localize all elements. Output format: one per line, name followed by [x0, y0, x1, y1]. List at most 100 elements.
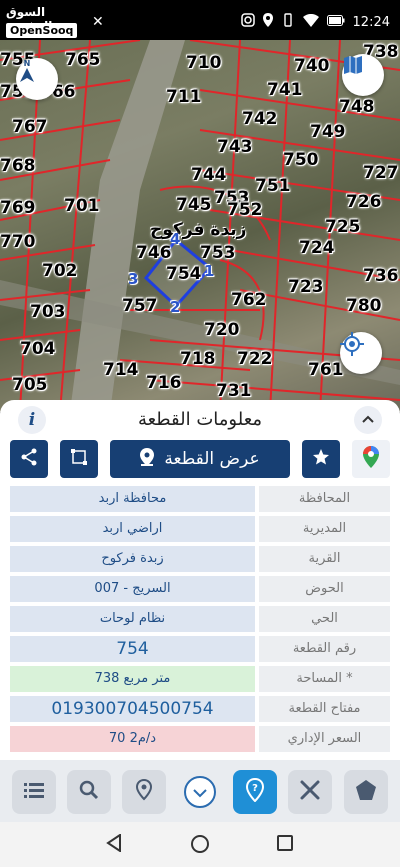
parcel-label[interactable]: 727 — [363, 163, 399, 183]
show-parcel-button[interactable]: عرض القطعة — [110, 440, 290, 478]
parcel-label[interactable]: 750 — [283, 150, 319, 170]
village-name-label: زبدة فركوح — [150, 220, 247, 240]
draw-shape-button[interactable] — [344, 770, 388, 814]
parcel-label[interactable]: 780 — [346, 296, 382, 316]
parcel-label[interactable]: 762 — [231, 290, 267, 310]
share-icon — [20, 448, 38, 470]
parcel-label[interactable]: 736 — [363, 266, 399, 286]
boundary-button[interactable] — [60, 440, 98, 478]
question-pin-icon: ? — [245, 777, 265, 806]
recents-icon[interactable] — [276, 834, 294, 856]
table-row: 738 متر مربع المساحة * — [10, 666, 390, 692]
collapse-button[interactable] — [354, 406, 382, 434]
parcel-label[interactable]: 745 — [176, 195, 212, 215]
location-icon — [262, 13, 273, 31]
parcel-label[interactable]: 718 — [180, 349, 216, 369]
parcel-label[interactable]: 726 — [346, 192, 382, 212]
parcel-label[interactable]: 722 — [237, 349, 273, 369]
parcel-label[interactable]: 754 — [166, 264, 202, 284]
favorite-button[interactable] — [302, 440, 340, 478]
row-label: الحي — [259, 606, 390, 632]
parcel-label[interactable]: 757 — [122, 296, 158, 316]
sheet-title: معلومات القطعة — [137, 409, 263, 430]
pentagon-icon — [354, 778, 378, 806]
parcel-label[interactable]: 751 — [255, 176, 291, 196]
svg-text:?: ? — [252, 783, 258, 794]
list-button[interactable] — [12, 770, 56, 814]
row-label: رقم القطعة — [259, 636, 390, 662]
share-button[interactable] — [10, 440, 48, 478]
parcel-label[interactable]: 770 — [0, 232, 36, 252]
parcel-label[interactable]: 752 — [227, 200, 263, 220]
bottom-toolbar: ? — [0, 760, 400, 822]
android-nav-bar — [0, 822, 400, 867]
parcel-label[interactable]: 742 — [242, 109, 278, 129]
help-button[interactable]: ? — [233, 770, 277, 814]
google-maps-button[interactable] — [352, 440, 390, 478]
battery-icon — [326, 14, 345, 30]
parcel-label[interactable]: 703 — [30, 302, 66, 322]
parcel-label[interactable]: 753 — [200, 243, 236, 263]
row-label: الحوض — [259, 576, 390, 602]
parcel-info-table: محافظة اربد المحافظة اراضي اربد المديرية… — [10, 486, 390, 756]
google-maps-icon — [363, 446, 379, 472]
home-icon[interactable] — [190, 834, 210, 858]
chevron-up-icon — [362, 412, 374, 427]
expand-toolbar-button[interactable] — [178, 770, 222, 814]
table-row: نظام لوحات الحي — [10, 606, 390, 632]
parcel-label[interactable]: 705 — [12, 375, 48, 395]
row-value[interactable]: 019300704500754 — [10, 696, 255, 722]
parcel-label[interactable]: 720 — [204, 320, 240, 340]
status-bar: السوق المفتوح OpenSooq ✕ 12:24 — [0, 0, 400, 44]
parcel-label[interactable]: 765 — [65, 50, 101, 70]
parcel-label[interactable]: 725 — [325, 217, 361, 237]
parcel-label[interactable]: 749 — [310, 122, 346, 142]
table-row: 754 رقم القطعة — [10, 636, 390, 662]
parcel-label[interactable]: 702 — [42, 261, 78, 281]
parcel-label[interactable]: 731 — [216, 381, 252, 401]
table-row: زبدة فركوح القرية — [10, 546, 390, 572]
map-layers-button[interactable] — [342, 54, 384, 96]
parcel-label[interactable]: 741 — [267, 80, 303, 100]
my-location-button[interactable] — [340, 332, 382, 374]
svg-text:N: N — [24, 59, 31, 68]
parcel-label[interactable]: 723 — [288, 277, 324, 297]
parcel-label[interactable]: 768 — [0, 156, 36, 176]
search-button[interactable] — [67, 770, 111, 814]
parcel-label[interactable]: 767 — [12, 117, 48, 137]
parcel-label[interactable]: 761 — [308, 360, 344, 380]
parcel-label[interactable]: 714 — [103, 360, 139, 380]
back-icon[interactable] — [106, 833, 122, 856]
logo-english-text: OpenSooq — [6, 23, 78, 38]
parcel-label[interactable]: 769 — [0, 198, 36, 218]
parcel-label[interactable]: 724 — [299, 238, 335, 258]
measure-tool-button[interactable] — [288, 770, 332, 814]
row-value: اراضي اربد — [10, 516, 255, 542]
parcel-label[interactable]: 716 — [146, 373, 182, 393]
parcel-label[interactable]: 748 — [339, 97, 375, 117]
satellite-map[interactable]: 755 765 738 710 740 759 766 711 741 748 … — [0, 40, 400, 412]
parcel-label[interactable]: 711 — [166, 87, 202, 107]
row-value: 754 — [10, 636, 255, 662]
parcel-label[interactable]: 746 — [136, 243, 172, 263]
parcel-label[interactable]: 701 — [64, 196, 100, 216]
table-row: 70 د/م2 السعر الإداري — [10, 726, 390, 752]
table-row: 019300704500754 مفتاح القطعة — [10, 696, 390, 722]
chevron-down-icon — [193, 783, 207, 802]
vertex-label: 2 — [170, 298, 181, 316]
close-icon[interactable]: ✕ — [92, 14, 104, 30]
parcel-label[interactable]: 743 — [217, 137, 253, 157]
pin-location-button[interactable] — [122, 770, 166, 814]
parcel-label[interactable]: 710 — [186, 53, 222, 73]
wifi-icon — [302, 13, 319, 31]
opensooq-logo: السوق المفتوح OpenSooq — [6, 5, 90, 39]
compass-button[interactable]: N — [16, 58, 58, 100]
table-row: السريج - 007 الحوض — [10, 576, 390, 602]
parcel-label[interactable]: 740 — [294, 56, 330, 76]
row-label: مفتاح القطعة — [259, 696, 390, 722]
parcel-label[interactable]: 704 — [20, 339, 56, 359]
row-label: المحافظة — [259, 486, 390, 512]
parcel-label[interactable]: 744 — [191, 165, 227, 185]
row-value: زبدة فركوح — [10, 546, 255, 572]
row-label: القرية — [259, 546, 390, 572]
